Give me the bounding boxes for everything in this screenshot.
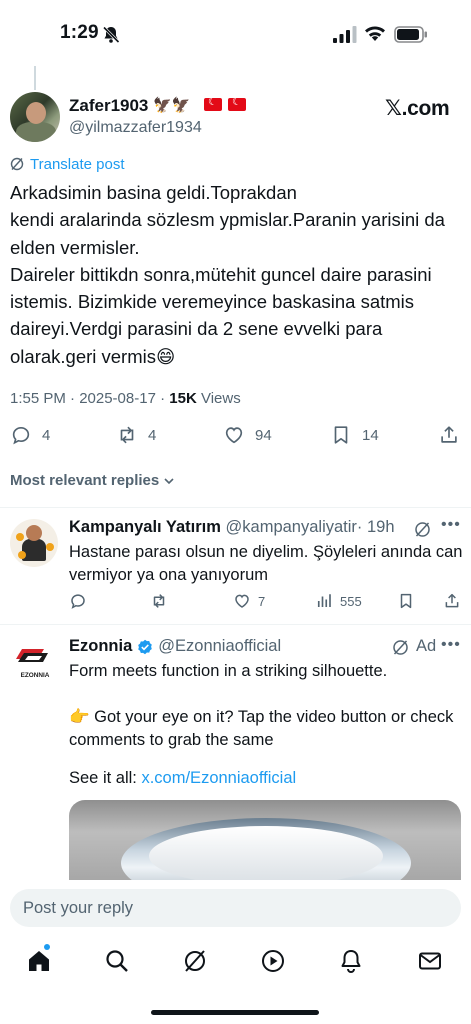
chevron-down-icon: [164, 477, 174, 484]
search-icon[interactable]: [104, 948, 130, 974]
bookmark-count: 14: [362, 426, 379, 444]
post-meta: 1:55 PM · 2025-08-17 · 15K Views: [10, 390, 241, 407]
reply-sort-dropdown[interactable]: Most relevant replies: [10, 472, 175, 489]
ring-image-inner: [149, 826, 383, 880]
post-actions: 4 4 94 14: [0, 424, 471, 450]
translate-post-link[interactable]: Translate post: [30, 156, 125, 173]
grok-icon[interactable]: [182, 948, 208, 974]
coin-icon: [16, 533, 24, 541]
reply-header: Kampanyalı Yatırım @kampanyaliyatir· 19h: [69, 518, 395, 537]
thread-connector: [34, 66, 36, 90]
reply-sort-label: Most relevant replies: [10, 472, 160, 489]
bookmark-icon: [334, 426, 348, 444]
share-button[interactable]: [438, 424, 460, 446]
ad-see-all-label: See it all:: [69, 769, 142, 787]
heart-icon: [235, 594, 249, 608]
repost-button[interactable]: 4: [116, 424, 156, 446]
repost-icon: [120, 426, 134, 444]
new-posts-dot: [44, 944, 50, 950]
turkey-flag-icon: [228, 95, 246, 111]
divider: [0, 507, 471, 508]
bookmark-button[interactable]: 14: [330, 424, 379, 446]
x-com-link[interactable]: 𝕏.com: [385, 96, 450, 121]
ad-media-image[interactable]: [69, 800, 461, 880]
reply-reply-button[interactable]: [69, 592, 87, 610]
coin-icon: [46, 543, 54, 551]
avatar-shirt: [16, 122, 56, 142]
views-label: Views: [196, 390, 241, 407]
views-count: 15K: [169, 390, 197, 407]
ad-header: Ezonnia @Ezonniaofficial: [69, 637, 281, 656]
reply-icon: [71, 594, 85, 609]
messages-mail-icon[interactable]: [417, 948, 443, 974]
reply-views-button[interactable]: 555: [315, 592, 362, 610]
eagle-emoji: 🦅🦅: [153, 97, 191, 114]
reply-repost-button[interactable]: [150, 592, 168, 610]
display-name[interactable]: Zafer1903: [69, 96, 148, 116]
reply-bookmark-button[interactable]: [397, 592, 415, 610]
heart-icon: [225, 427, 243, 444]
reply-time: · 19h: [356, 518, 395, 536]
user-handle[interactable]: @yilmazzafer1934: [69, 119, 202, 137]
reply-share-button[interactable]: [443, 592, 461, 610]
battery-icon: [394, 26, 427, 43]
reply-like-button[interactable]: 7: [233, 592, 265, 610]
reply-text: Hastane parası olsun ne diyelim. Şöylele…: [69, 543, 463, 584]
grok-icon[interactable]: [414, 521, 431, 538]
more-options-icon[interactable]: •••: [441, 516, 461, 534]
notifications-bell-icon[interactable]: [338, 948, 364, 974]
status-bar: 1:29: [0, 0, 471, 66]
avatar[interactable]: [10, 92, 60, 142]
ad-label: Ad: [416, 637, 437, 655]
grok-icon[interactable]: [392, 639, 409, 656]
bottom-nav: [0, 940, 471, 984]
reply-like-count: 7: [258, 593, 266, 609]
bell-off-icon: [102, 26, 120, 44]
video-play-icon[interactable]: [260, 948, 286, 974]
avatar-face: [26, 102, 46, 124]
coin-icon: [18, 551, 26, 559]
reply-count: 4: [42, 426, 51, 444]
reply-button[interactable]: 4: [10, 424, 50, 446]
wifi-icon: [365, 26, 385, 41]
repost-icon: [153, 594, 165, 608]
reply-view-count: 555: [340, 593, 362, 609]
ezonnia-logo[interactable]: EZONNIA: [14, 643, 56, 685]
like-button[interactable]: 94: [223, 424, 272, 446]
verified-badge-icon: [138, 639, 153, 654]
home-indicator: [151, 1010, 319, 1015]
ad-see-all: See it all: x.com/Ezonniaofficial: [69, 769, 296, 788]
bookmark-icon: [400, 593, 412, 609]
share-icon: [445, 593, 459, 608]
post-timestamp: 1:55 PM · 2025-08-17 ·: [10, 390, 170, 407]
post-text: Arkadsimin basina geldi.Toprakdan kendi …: [10, 182, 445, 367]
status-time: 1:29: [60, 22, 99, 43]
ad-handle[interactable]: @Ezonniaofficial: [158, 637, 281, 656]
reply-actions: 7 555: [0, 592, 471, 614]
share-icon: [441, 426, 457, 443]
reply-placeholder: Post your reply: [23, 899, 134, 917]
repost-count: 4: [148, 426, 157, 444]
ad-display-name[interactable]: Ezonnia: [69, 637, 132, 656]
like-count: 94: [255, 426, 272, 444]
divider: [0, 624, 471, 625]
signal-icon: [333, 26, 357, 43]
grok-icon: [10, 157, 24, 171]
more-options-icon[interactable]: •••: [441, 636, 461, 654]
reply-handle[interactable]: @kampanyaliyatir: [226, 518, 357, 536]
reply-avatar[interactable]: [10, 519, 58, 567]
home-icon[interactable]: [26, 948, 52, 974]
reply-display-name[interactable]: Kampanyalı Yatırım: [69, 518, 221, 536]
avatar-head: [26, 525, 42, 541]
turkey-flag-icon: [204, 95, 222, 111]
ad-link[interactable]: x.com/Ezonniaofficial: [141, 769, 296, 787]
reply-composer[interactable]: Post your reply: [10, 889, 461, 927]
analytics-icon: [317, 594, 331, 607]
ad-logo-text: EZONNIA: [21, 672, 50, 679]
avatar-body: [22, 539, 46, 561]
ad-text: Form meets function in a striking silhou…: [69, 662, 454, 749]
reply-icon: [12, 427, 30, 445]
